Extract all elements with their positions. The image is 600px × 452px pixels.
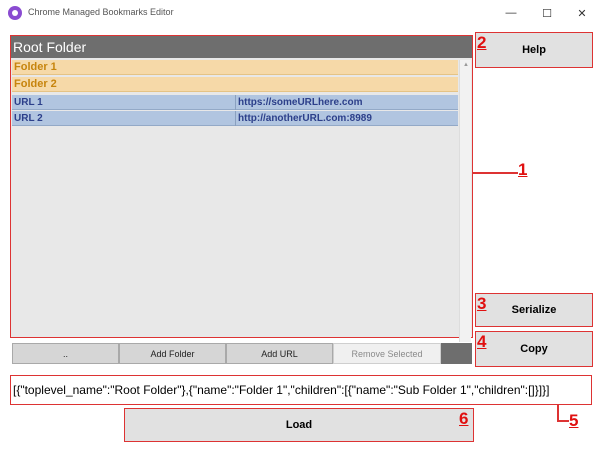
folder-row-2[interactable]: Folder 2 — [12, 77, 458, 92]
column-divider — [235, 111, 236, 126]
add-folder-button[interactable]: Add Folder — [119, 343, 226, 364]
url-address: http://anotherURL.com:8989 — [238, 113, 372, 124]
chrome-app-icon — [8, 6, 22, 20]
scroll-up-icon[interactable]: ▲ — [460, 60, 472, 70]
serialize-button[interactable]: Serialize — [475, 293, 593, 327]
help-button[interactable]: Help — [475, 32, 593, 68]
annotation-5: 5 — [569, 411, 579, 430]
url-name: URL 1 — [14, 97, 43, 108]
minimize-button[interactable]: — — [494, 0, 528, 26]
remove-selected-button[interactable]: Remove Selected — [333, 343, 441, 364]
toolbar-filler — [441, 343, 472, 364]
root-folder-header[interactable]: Root Folder — [11, 36, 472, 58]
annotation-leader-1 — [473, 172, 518, 174]
close-button[interactable]: ✕ — [565, 0, 599, 26]
maximize-button[interactable]: ☐ — [530, 0, 564, 26]
url-row-1[interactable]: URL 1 https://someURLhere.com — [12, 95, 458, 110]
annotation-leader-5b — [557, 420, 569, 422]
parent-folder-button[interactable]: .. — [12, 343, 119, 364]
url-name: URL 2 — [14, 113, 43, 124]
url-address: https://someURLhere.com — [238, 97, 363, 108]
annotation-6: 6 — [459, 409, 469, 428]
annotation-2: 2 — [477, 33, 487, 52]
annotation-leader-5a — [557, 405, 559, 421]
window-title: Chrome Managed Bookmarks Editor — [28, 7, 174, 17]
vertical-scrollbar[interactable]: ▲ — [459, 60, 471, 342]
annotation-4: 4 — [477, 332, 487, 351]
serialized-json-field[interactable]: [{"toplevel_name":"Root Folder"},{"name"… — [10, 375, 592, 405]
annotation-3: 3 — [477, 294, 487, 313]
annotation-1: 1 — [518, 160, 528, 179]
load-button[interactable]: Load — [124, 408, 474, 442]
column-divider — [235, 95, 236, 110]
copy-button[interactable]: Copy — [475, 331, 593, 367]
add-url-button[interactable]: Add URL — [226, 343, 333, 364]
url-row-2[interactable]: URL 2 http://anotherURL.com:8989 — [12, 111, 458, 126]
folder-row-1[interactable]: Folder 1 — [12, 60, 458, 75]
